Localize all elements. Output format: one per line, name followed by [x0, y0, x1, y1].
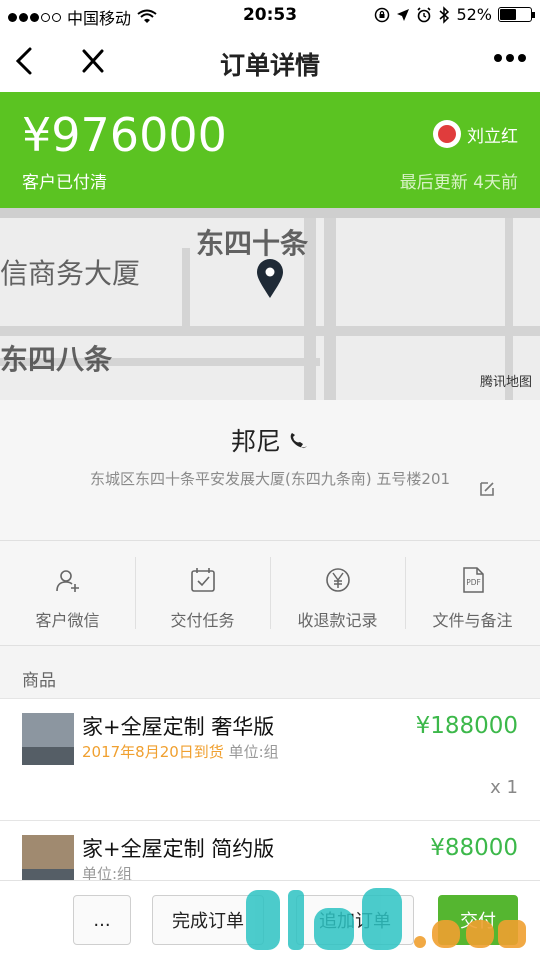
action-label: 文件与备注 [432, 611, 513, 630]
complete-order-button[interactable]: 完成订单 [152, 895, 264, 945]
product-meta: 2017年8月20日到货 单位:组 [82, 741, 279, 762]
product-name: 家+全屋定制 奢华版 [82, 715, 275, 739]
more-button[interactable]: ... [73, 895, 131, 945]
product-item[interactable]: 家+全屋定制 奢华版 2017年8月20日到货 单位:组 ¥188000 x 1 [0, 698, 540, 820]
alarm-icon [417, 6, 432, 22]
action-label: 客户微信 [35, 611, 100, 630]
payment-status: 客户已付清 [22, 173, 107, 193]
product-price: ¥88000 [430, 835, 518, 861]
map-credit: 腾讯地图 [479, 375, 532, 390]
battery-icon [498, 7, 535, 22]
assignee-name: 刘立红 [467, 126, 518, 147]
calendar-check-icon [190, 568, 215, 592]
action-customer-wechat[interactable]: 客户微信 [0, 541, 135, 645]
action-refund-records[interactable]: 收退款记录 [270, 541, 405, 645]
location-pin-icon [257, 259, 283, 298]
map-label: 东四八条 [0, 343, 113, 376]
map-label: 东四十条 [196, 227, 309, 260]
assignee[interactable]: 刘立红 [433, 120, 518, 148]
product-thumbnail [22, 713, 74, 765]
contact-name: 邦尼 [230, 427, 281, 456]
phone-icon[interactable] [287, 429, 309, 451]
status-bar: 中国移动 20:53 52% [0, 0, 540, 30]
product-name: 家+全屋定制 简约版 [82, 837, 275, 861]
deliver-button[interactable]: 交付 [438, 895, 518, 945]
products-section-title: 商品 [22, 671, 56, 691]
action-bar: 客户微信 交付任务 收退款记录 PDF 文件与备注 [0, 540, 540, 646]
product-price: ¥188000 [415, 713, 518, 739]
action-label: 交付任务 [170, 611, 235, 630]
page-title: 订单详情 [219, 51, 320, 80]
map-label: 信商务大厦 [0, 257, 141, 290]
add-user-icon [55, 570, 79, 592]
action-label: 收退款记录 [297, 611, 378, 630]
lock-rotation-icon [375, 7, 390, 22]
action-files-notes[interactable]: PDF 文件与备注 [405, 541, 540, 645]
product-unit: 单位:组 [228, 743, 279, 761]
product-delivery-date: 2017年8月20日到货 [82, 743, 224, 761]
pdf-file-icon: PDF [462, 567, 484, 593]
address-text: 东城区东四十条平安发展大厦(东四九条南) 五号楼201 [89, 470, 451, 488]
battery-percent: 52% [456, 5, 492, 24]
order-amount: ¥976000 [22, 108, 227, 162]
yuan-icon [325, 568, 350, 592]
edit-icon[interactable] [478, 480, 496, 498]
more-icon[interactable] [494, 54, 526, 62]
avatar [433, 120, 461, 148]
bluetooth-icon [439, 5, 450, 24]
action-delivery-tasks[interactable]: 交付任务 [135, 541, 270, 645]
last-update: 最后更新 4天前 [399, 173, 518, 193]
nav-bar: 订单详情 [0, 30, 540, 92]
pdf-label: PDF [466, 578, 481, 587]
contact-panel: 邦尼 东城区东四十条平安发展大厦(东四九条南) 五号楼201 [0, 400, 540, 540]
order-summary: ¥976000 客户已付清 刘立红 最后更新 4天前 [0, 92, 540, 208]
bottom-action-bar: ... 完成订单 追加订单 交付 [0, 880, 540, 960]
location-arrow-icon [397, 8, 410, 21]
status-right: 52% [374, 5, 535, 24]
contact-line: 邦尼 [0, 422, 540, 458]
map-view[interactable]: 东四十条 信商务大厦 东四八条 腾讯地图 [0, 208, 540, 400]
append-order-button[interactable]: 追加订单 [296, 895, 414, 945]
product-quantity: x 1 [490, 777, 518, 798]
